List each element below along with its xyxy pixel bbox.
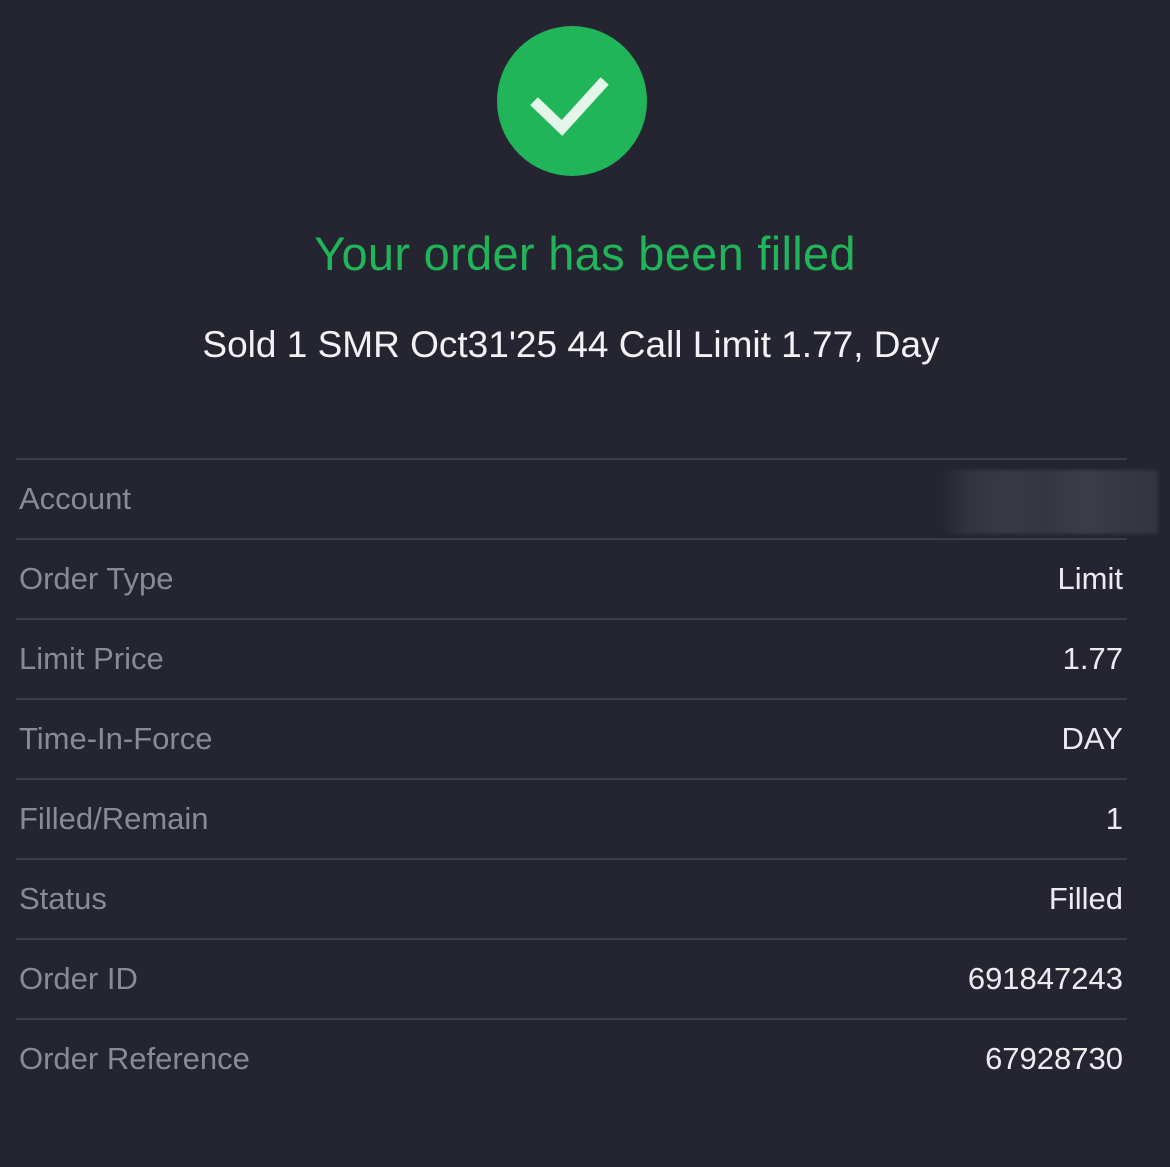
order-reference-label: Order Reference	[19, 1041, 250, 1076]
order-filled-title: Your order has been filled	[314, 227, 856, 280]
detail-row-limit-price: Limit Price 1.77	[16, 618, 1127, 698]
time-in-force-value: DAY	[1061, 721, 1123, 756]
detail-row-filled-remain: Filled/Remain 1	[16, 778, 1127, 858]
detail-row-account: Account	[16, 458, 1158, 538]
status-value: Filled	[1048, 881, 1123, 916]
time-in-force-label: Time-In-Force	[19, 721, 213, 756]
status-label: Status	[19, 881, 107, 916]
order-id-value: 691847243	[967, 961, 1123, 996]
order-summary: Sold 1 SMR Oct31'25 44 Call Limit 1.77, …	[202, 324, 940, 365]
detail-row-status: Status Filled	[16, 858, 1127, 938]
account-label: Account	[19, 481, 132, 516]
filled-remain-label: Filled/Remain	[19, 801, 209, 836]
checkmark-circle-icon	[497, 26, 647, 176]
order-details-list: Account Order Type Limit Limit Price 1.7…	[16, 458, 1158, 1098]
detail-row-order-reference: Order Reference 67928730	[16, 1018, 1127, 1098]
order-reference-value: 67928730	[985, 1041, 1123, 1076]
detail-row-time-in-force: Time-In-Force DAY	[16, 698, 1127, 778]
limit-price-label: Limit Price	[19, 641, 164, 676]
checkmark-icon	[530, 77, 609, 136]
detail-row-order-type: Order Type Limit	[16, 538, 1127, 618]
filled-remain-value: 1	[1105, 801, 1123, 836]
order-id-label: Order ID	[19, 961, 138, 996]
account-value-redacted	[940, 470, 1158, 534]
order-type-value: Limit	[1057, 561, 1123, 596]
detail-row-order-id: Order ID 691847243	[16, 938, 1127, 1018]
order-type-label: Order Type	[19, 561, 174, 596]
limit-price-value: 1.77	[1062, 641, 1123, 676]
